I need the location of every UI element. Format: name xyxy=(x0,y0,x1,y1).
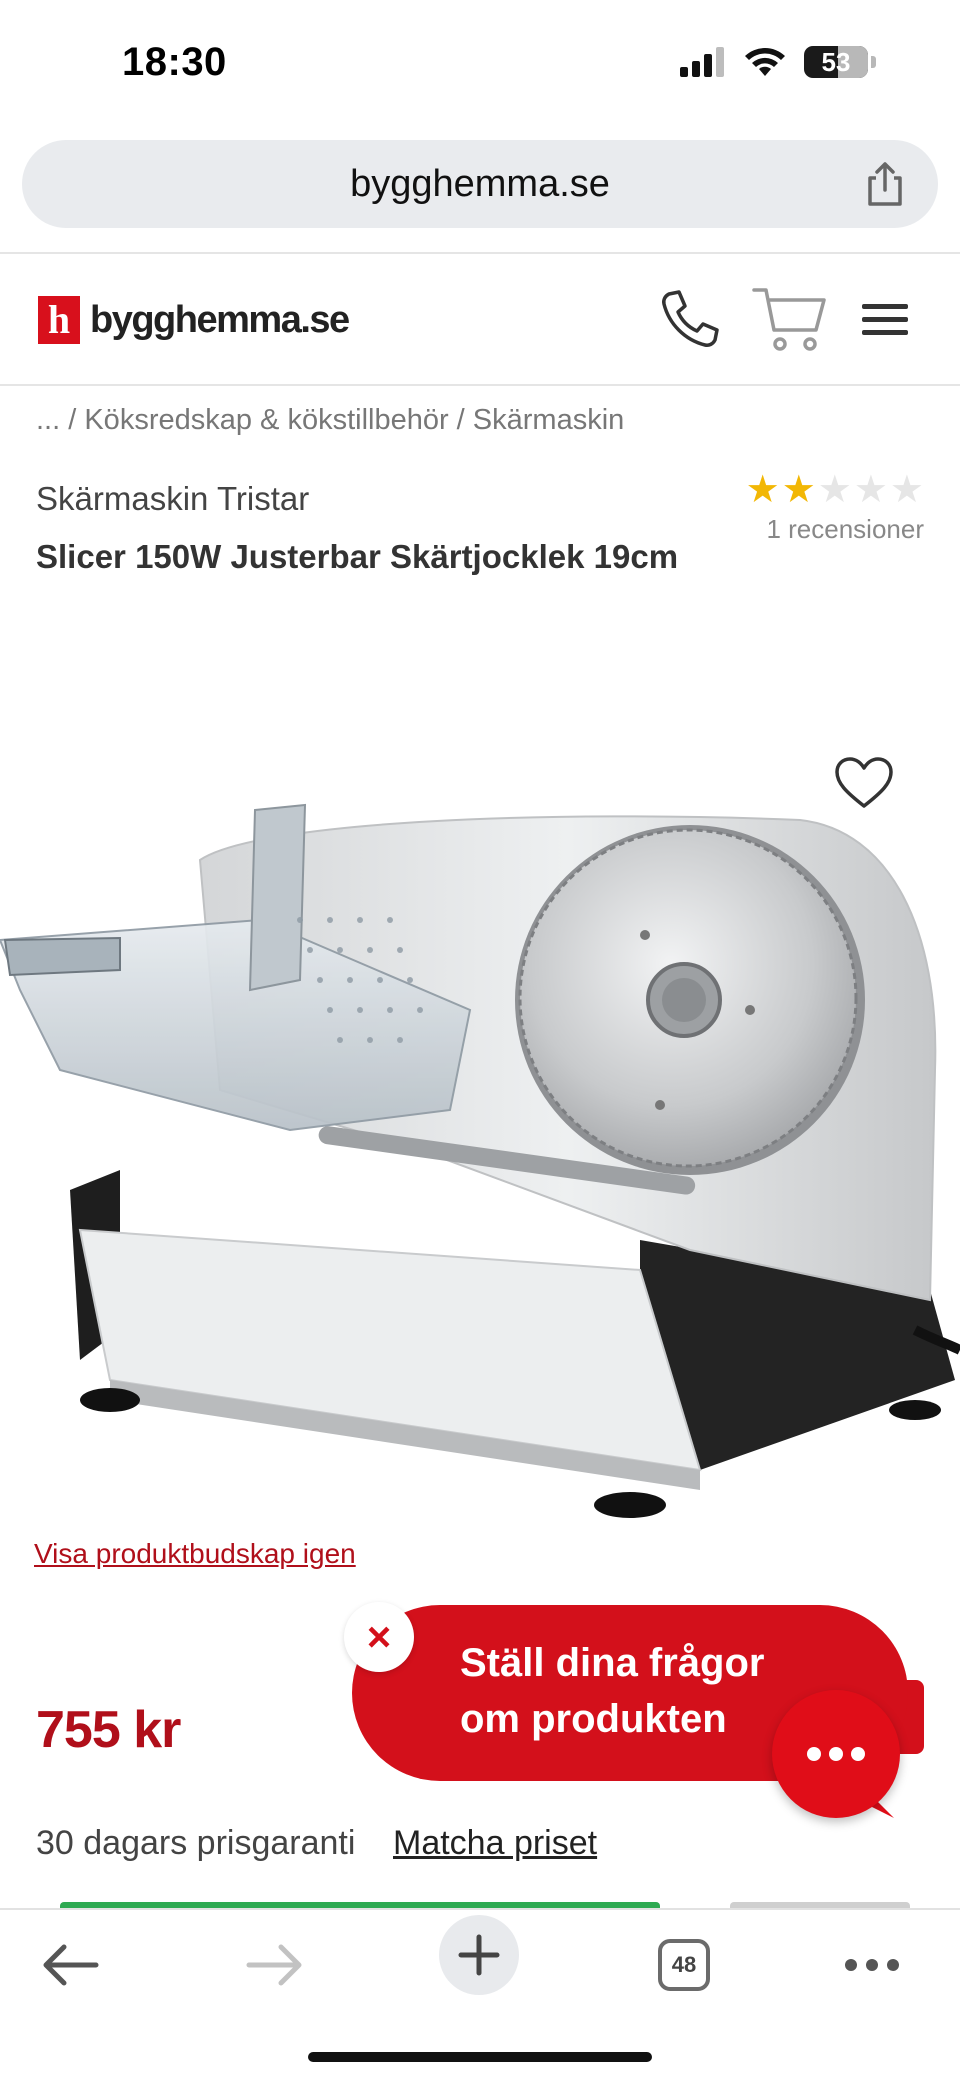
star-filled-icon: ★ xyxy=(745,469,780,511)
divider xyxy=(0,384,960,386)
status-icons: 53 xyxy=(680,46,876,78)
star-empty-icon: ★ xyxy=(853,469,888,511)
favorite-heart-icon[interactable] xyxy=(834,756,894,810)
cart-icon[interactable] xyxy=(752,284,828,354)
wifi-icon xyxy=(745,48,785,76)
menu-icon[interactable] xyxy=(858,284,914,354)
logo-mark: h xyxy=(38,296,80,344)
breadcrumb[interactable]: ... / Köksredskap & kökstillbehör / Skär… xyxy=(36,404,624,437)
address-bar[interactable]: bygghemma.se xyxy=(22,140,938,228)
show-product-message-link[interactable]: Visa produktbudskap igen xyxy=(34,1538,356,1570)
status-time: 18:30 xyxy=(122,40,227,84)
site-logo[interactable]: h bygghemma.se xyxy=(38,296,350,344)
logo-text: bygghemma.se xyxy=(90,298,350,341)
star-empty-icon: ★ xyxy=(817,469,852,511)
url-text: bygghemma.se xyxy=(350,162,610,205)
star-filled-icon: ★ xyxy=(781,469,816,511)
tabs-button[interactable]: 48 xyxy=(644,1925,724,2005)
back-icon[interactable] xyxy=(30,1925,110,2005)
phone-icon[interactable] xyxy=(655,284,725,354)
signal-icon xyxy=(680,47,724,77)
product-image[interactable] xyxy=(0,770,960,1550)
more-icon[interactable] xyxy=(832,1925,912,2005)
product-title: Slicer 150W Justerbar Skärtjocklek 19cm xyxy=(36,538,679,575)
forward-icon[interactable] xyxy=(235,1925,315,2005)
star-empty-icon: ★ xyxy=(889,469,924,511)
product-brand[interactable]: Skärmaskin Tristar xyxy=(36,480,309,518)
site-header: h bygghemma.se xyxy=(0,254,960,384)
match-price-link[interactable]: Matcha priset xyxy=(393,1824,597,1863)
chat-dots-icon xyxy=(807,1747,865,1761)
rating-stars: ★ ★ ★ ★ ★ xyxy=(746,470,924,510)
review-count: 1 recensioner xyxy=(766,514,924,544)
chat-line-2: om produkten xyxy=(460,1697,727,1741)
product-rating[interactable]: ★ ★ ★ ★ ★ 1 recensioner xyxy=(746,470,924,545)
battery-level: 53 xyxy=(821,46,851,77)
chat-line-1: Ställ dina frågor xyxy=(460,1641,765,1685)
chat-open-button[interactable] xyxy=(772,1690,900,1818)
home-indicator xyxy=(308,2052,652,2062)
plus-icon xyxy=(458,1934,500,1976)
new-tab-button[interactable] xyxy=(439,1915,519,1995)
status-bar: 18:30 53 xyxy=(0,0,960,130)
share-icon[interactable] xyxy=(862,160,908,208)
battery-icon: 53 xyxy=(804,46,868,78)
chat-close-button[interactable]: × xyxy=(344,1602,414,1672)
chat-prompt-text[interactable]: Ställ dina frågor om produkten xyxy=(460,1635,765,1747)
price-guarantee: 30 dagars prisgaranti xyxy=(36,1824,356,1862)
product-price: 755 kr xyxy=(36,1701,181,1759)
tabs-icon: 48 xyxy=(658,1939,710,1991)
